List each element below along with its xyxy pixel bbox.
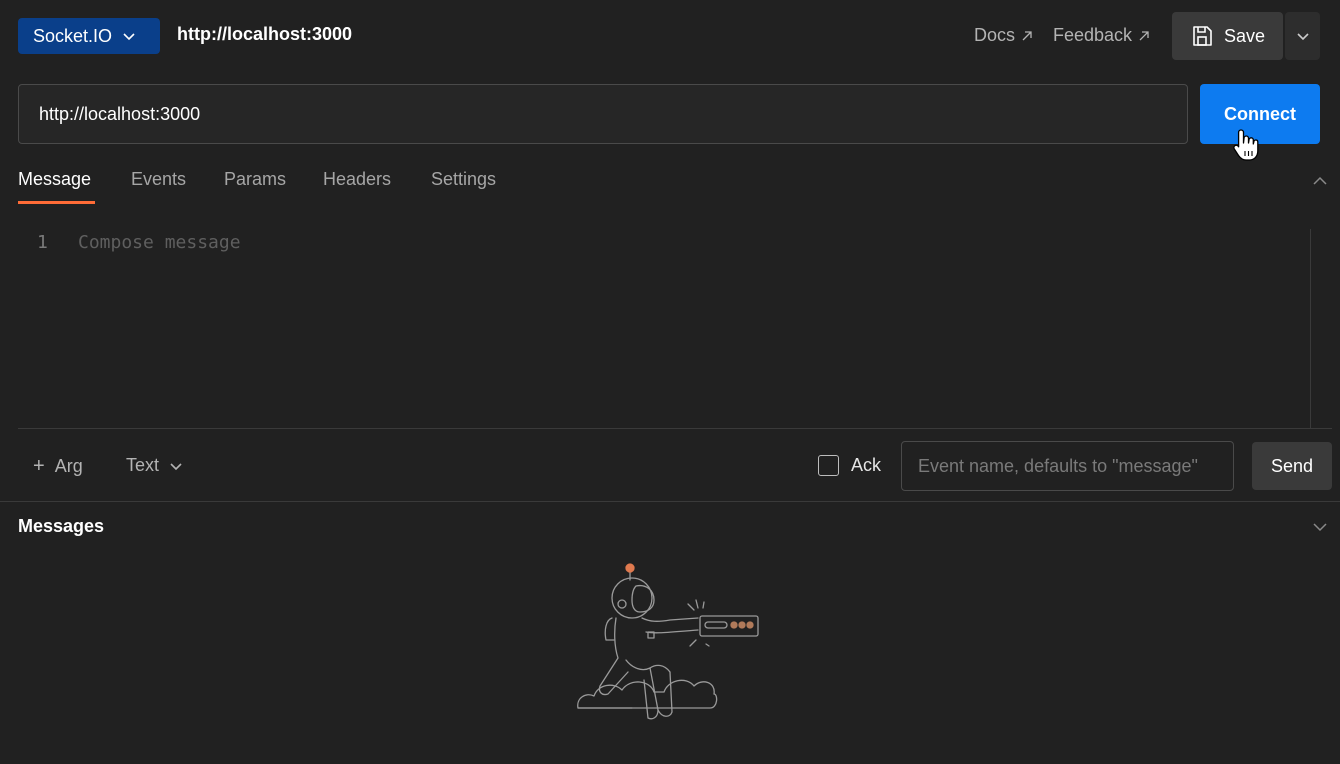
tab-events[interactable]: Events <box>131 169 186 190</box>
tab-message[interactable]: Message <box>18 169 91 190</box>
save-label: Save <box>1224 25 1266 46</box>
protocol-label: Socket.IO <box>33 25 113 46</box>
message-editor[interactable]: Compose message <box>78 232 241 253</box>
external-link-icon <box>1139 30 1149 40</box>
chevron-down-icon <box>170 462 182 470</box>
add-arg-button[interactable]: + Arg <box>33 455 83 478</box>
message-type-label: Text <box>126 455 160 475</box>
chevron-down-icon[interactable] <box>1311 518 1329 536</box>
plus-icon: + <box>33 455 45 477</box>
tab-params[interactable]: Params <box>224 169 286 190</box>
hand-cursor-icon <box>1233 129 1259 161</box>
protocol-selector[interactable]: Socket.IO <box>18 18 160 54</box>
line-number: 1 <box>37 232 48 253</box>
ack-checkbox[interactable] <box>818 455 839 476</box>
save-options-button[interactable] <box>1285 12 1320 60</box>
event-name-input[interactable] <box>901 441 1234 491</box>
save-button[interactable]: Save <box>1172 12 1283 60</box>
tab-settings[interactable]: Settings <box>431 169 496 190</box>
tab-headers[interactable]: Headers <box>323 169 391 190</box>
docs-label: Docs <box>974 25 1016 45</box>
feedback-label: Feedback <box>1053 25 1133 45</box>
chevron-down-icon <box>123 33 135 41</box>
messages-section-title: Messages <box>18 516 105 536</box>
docs-link[interactable]: Docs <box>974 25 1033 46</box>
active-tab-indicator <box>18 201 95 204</box>
send-button[interactable]: Send <box>1252 442 1332 490</box>
ack-label[interactable]: Ack <box>851 455 881 476</box>
save-icon <box>1193 26 1212 46</box>
url-input[interactable] <box>18 84 1188 144</box>
divider <box>0 501 1340 502</box>
message-type-select[interactable]: Text <box>126 455 183 476</box>
external-link-icon <box>1022 30 1032 40</box>
chevron-down-icon <box>1296 33 1309 41</box>
request-title[interactable]: http://localhost:3000 <box>177 24 352 45</box>
astronaut-illustration <box>577 563 759 720</box>
chevron-up-icon[interactable] <box>1311 172 1329 190</box>
divider <box>18 428 1332 429</box>
add-arg-label: Arg <box>54 456 83 476</box>
editor-scrollbar[interactable] <box>1310 229 1311 429</box>
connect-button[interactable]: Connect <box>1200 84 1320 144</box>
feedback-link[interactable]: Feedback <box>1053 25 1150 46</box>
